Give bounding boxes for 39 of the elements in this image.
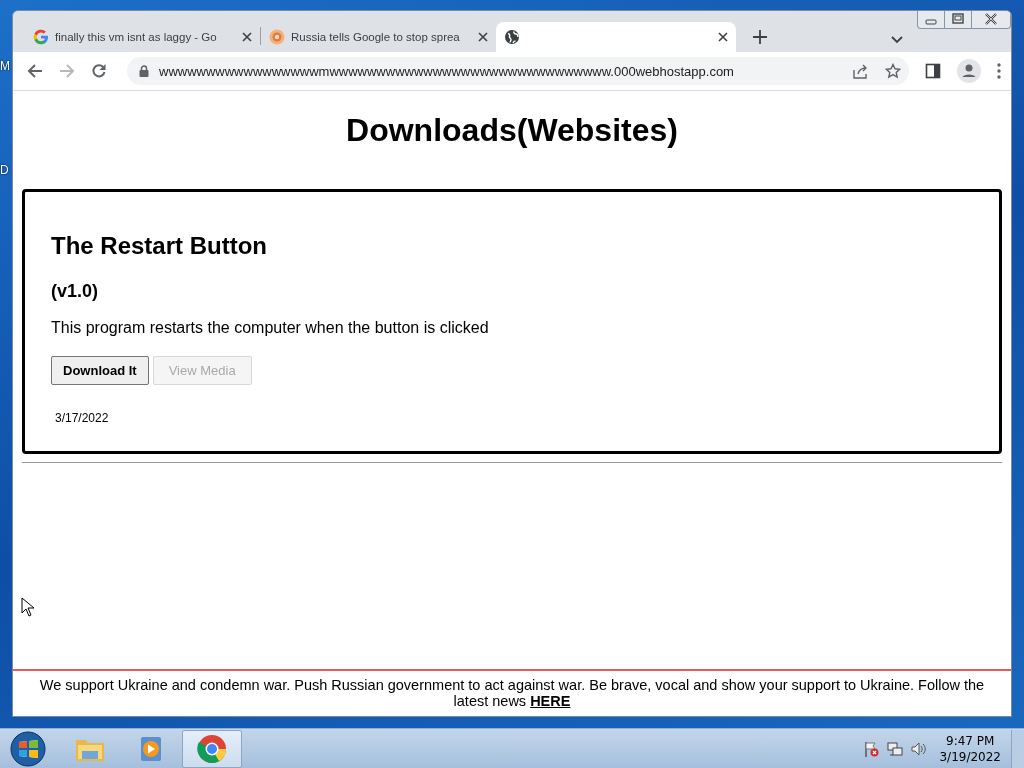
network-icon[interactable] (887, 740, 904, 757)
sun-icon (269, 29, 285, 45)
lock-icon (139, 65, 149, 77)
desktop-icon-label: M (0, 59, 10, 73)
desktop-icon-label: D (0, 163, 9, 177)
close-icon[interactable] (242, 32, 252, 42)
reload-icon[interactable] (91, 63, 107, 79)
start-button[interactable] (10, 730, 46, 767)
download-button[interactable]: Download It (51, 356, 149, 385)
back-arrow-icon[interactable] (27, 63, 43, 79)
chevron-down-icon[interactable] (891, 36, 903, 44)
browser-tab[interactable]: finally this vm isnt as laggy - Go (25, 22, 260, 52)
mouse-cursor-icon (21, 597, 35, 617)
url-text: wwwwwwwwwwwwwwwwwmwwwwwwwwwwwwwwwwwwwwwwwwwwwwww.000webhostapp.com (159, 63, 735, 79)
flag-icon[interactable] (863, 740, 880, 757)
program-description: This program restarts the computer when the button is clicked (51, 318, 490, 338)
program-title: The Restart Button (51, 232, 268, 260)
speaker-icon[interactable] (911, 740, 928, 757)
address-bar[interactable]: wwwwwwwwwwwwwwwwwmwwwwwwwwwwwwwwwwwwwwwwwwwwwwww.000webhostapp.com (127, 57, 909, 85)
taskbar-app-button[interactable] (182, 729, 242, 768)
menu-icon[interactable] (997, 63, 1001, 79)
chrome-icon (197, 733, 227, 764)
clock-time: 9:47 PM (946, 732, 995, 749)
star-icon[interactable] (885, 63, 901, 79)
profile-icon[interactable] (957, 59, 981, 83)
version-label: (v1.0) (51, 280, 100, 302)
release-date: 3/17/2022 (55, 411, 110, 425)
clock-date: 3/19/2022 (939, 748, 1001, 765)
share-icon[interactable] (853, 63, 869, 79)
close-icon[interactable] (718, 32, 728, 42)
news-link[interactable]: HERE (530, 693, 571, 709)
google-icon (33, 29, 49, 45)
browser-tab[interactable]: Russia tells Google to stop sprea (261, 22, 496, 52)
globe-icon (504, 29, 520, 45)
page-heading: Downloads(Websites) (345, 111, 679, 149)
new-tab-icon[interactable] (753, 30, 767, 44)
banner-text: We support Ukraine and condemn war. Push Russian government to act against war. Be brave, vocal and show your support to Ukraine. Follow the latest news HERE (39, 677, 985, 709)
close-icon[interactable] (478, 32, 488, 42)
side-panel-icon[interactable] (925, 63, 941, 79)
